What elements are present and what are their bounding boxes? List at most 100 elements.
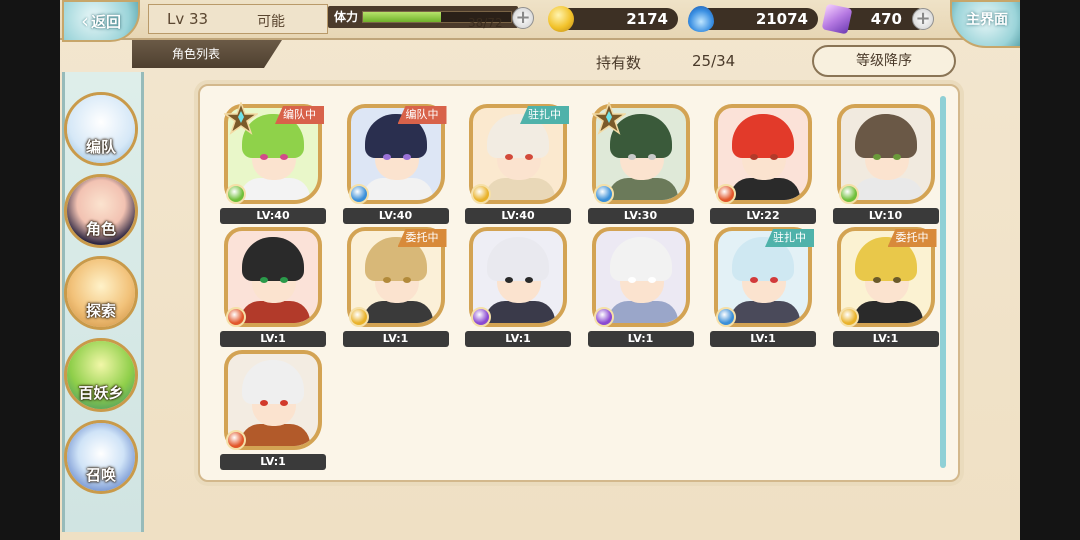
- portrait-eye: [627, 277, 636, 283]
- water-element-icon: [593, 184, 614, 204]
- stamina-label: 体力: [334, 10, 359, 24]
- portrait-hair: [732, 114, 794, 158]
- character-card[interactable]: 委托中 LV:1: [342, 227, 449, 347]
- portrait-eye: [770, 277, 778, 283]
- level-label: LV:40: [220, 208, 326, 224]
- portrait-eye: [260, 277, 268, 283]
- portrait-outfit: [240, 301, 310, 323]
- stamina-value: 38/72: [468, 16, 503, 30]
- level-label: LV:1: [220, 454, 326, 470]
- home-button-label: 主界面: [966, 12, 1008, 28]
- level-label: LV:1: [832, 331, 939, 347]
- owned-count: 25/34: [692, 52, 736, 70]
- back-button-label: 返回: [90, 12, 121, 31]
- back-button[interactable]: ‹ 返回: [62, 0, 140, 42]
- character-card[interactable]: LV:30: [587, 102, 694, 224]
- portrait-eye: [382, 277, 391, 283]
- fire-element-icon: [226, 430, 246, 450]
- status-tag: 编队中: [397, 106, 447, 124]
- character-card[interactable]: 委托中 LV:1: [832, 227, 939, 347]
- player-status: 可能: [257, 14, 285, 30]
- portrait-eye: [260, 154, 268, 160]
- wind-element-icon: [838, 184, 859, 204]
- add-crystal-button[interactable]: +: [912, 8, 934, 30]
- status-tag: 驻扎中: [765, 229, 814, 247]
- game-screen: ‹ 返回 Lv 33 可能 体力 38/72 + 2174 21074 470: [60, 0, 1020, 540]
- side-menu-label: 探索: [85, 302, 116, 320]
- character-card[interactable]: 驻扎中 LV:1: [710, 227, 816, 347]
- portrait-outfit: [240, 178, 310, 200]
- side-menu-character[interactable]: 角色: [64, 174, 138, 248]
- character-card[interactable]: LV:22: [710, 104, 816, 224]
- portrait-eye: [280, 277, 288, 283]
- side-menu-village[interactable]: 百妖乡: [64, 338, 138, 412]
- character-card[interactable]: LV:1: [220, 227, 326, 347]
- add-stamina-button[interactable]: +: [512, 7, 534, 29]
- level-label: LV:40: [342, 208, 449, 224]
- portrait-outfit: [362, 301, 433, 323]
- character-list-title: 角色列表: [172, 47, 221, 61]
- portrait-outfit: [607, 178, 678, 200]
- home-button[interactable]: 主界面: [950, 0, 1020, 48]
- character-card[interactable]: LV:1: [220, 350, 326, 470]
- leader-star-icon: [591, 102, 626, 135]
- portrait-outfit: [852, 178, 923, 200]
- side-menu-label: 编队: [85, 138, 116, 156]
- portrait-eye: [382, 154, 391, 160]
- scrollbar-thumb[interactable]: [940, 96, 946, 468]
- portrait-hair: [487, 237, 549, 281]
- status-tag: 驻扎中: [520, 106, 569, 124]
- level-label: LV:1: [342, 331, 449, 347]
- left-letterbox: [0, 0, 60, 540]
- grid-scrollbar[interactable]: [940, 96, 946, 468]
- owned-label: 持有数: [596, 54, 642, 72]
- portrait-eye: [872, 154, 881, 160]
- stamina-bar: 体力 38/72: [328, 6, 518, 30]
- portrait-eye: [505, 154, 513, 160]
- right-letterbox: [1020, 0, 1080, 540]
- level-label: LV:10: [832, 208, 939, 224]
- side-menu-label: 角色: [85, 220, 116, 238]
- character-card[interactable]: 驻扎中 LV:40: [465, 104, 571, 224]
- portrait-outfit: [362, 178, 433, 200]
- portrait-outfit: [485, 301, 555, 323]
- portrait-eye: [750, 154, 758, 160]
- character-card[interactable]: 编队中 LV:40: [342, 104, 449, 224]
- light-element-icon: [348, 307, 369, 327]
- portrait-hair: [609, 237, 672, 281]
- character-card[interactable]: LV:10: [832, 104, 939, 224]
- portrait-outfit: [852, 301, 923, 323]
- sort-button[interactable]: 等级降序: [812, 45, 956, 77]
- fire-element-icon: [716, 184, 736, 204]
- soul-value: 21074: [755, 10, 808, 28]
- crystal-icon: [821, 3, 853, 35]
- status-tag: 委托中: [887, 229, 937, 247]
- gold-counter: 2174: [548, 6, 678, 32]
- portrait-hair: [242, 360, 304, 404]
- fire-element-icon: [226, 307, 246, 327]
- portrait-eye: [402, 277, 411, 283]
- dark-element-icon: [593, 307, 614, 327]
- character-card[interactable]: LV:1: [587, 227, 694, 347]
- portrait-eye: [525, 277, 533, 283]
- character-card[interactable]: LV:1: [465, 227, 571, 347]
- side-menu-summon[interactable]: 召唤: [64, 420, 138, 494]
- side-menu-formation[interactable]: 编队: [64, 92, 138, 166]
- character-card[interactable]: 编队中 LV:40: [220, 102, 326, 224]
- wind-element-icon: [226, 184, 246, 204]
- back-arrow-icon: ‹: [80, 9, 89, 33]
- portrait-eye: [750, 277, 758, 283]
- portrait-eye: [647, 277, 656, 283]
- portrait-hair: [242, 237, 304, 281]
- status-tag: 编队中: [275, 106, 324, 124]
- side-menu-explore[interactable]: 探索: [64, 256, 138, 330]
- portrait-eye: [280, 154, 288, 160]
- blue-flame-icon: [688, 6, 714, 32]
- portrait-outfit: [240, 424, 310, 446]
- dark-element-icon: [471, 307, 491, 327]
- crystal-value: 470: [870, 10, 902, 28]
- level-label: LV:22: [710, 208, 816, 224]
- portrait-eye: [525, 154, 533, 160]
- gold-coin-icon: [548, 6, 574, 32]
- side-menu-label: 召唤: [85, 466, 116, 484]
